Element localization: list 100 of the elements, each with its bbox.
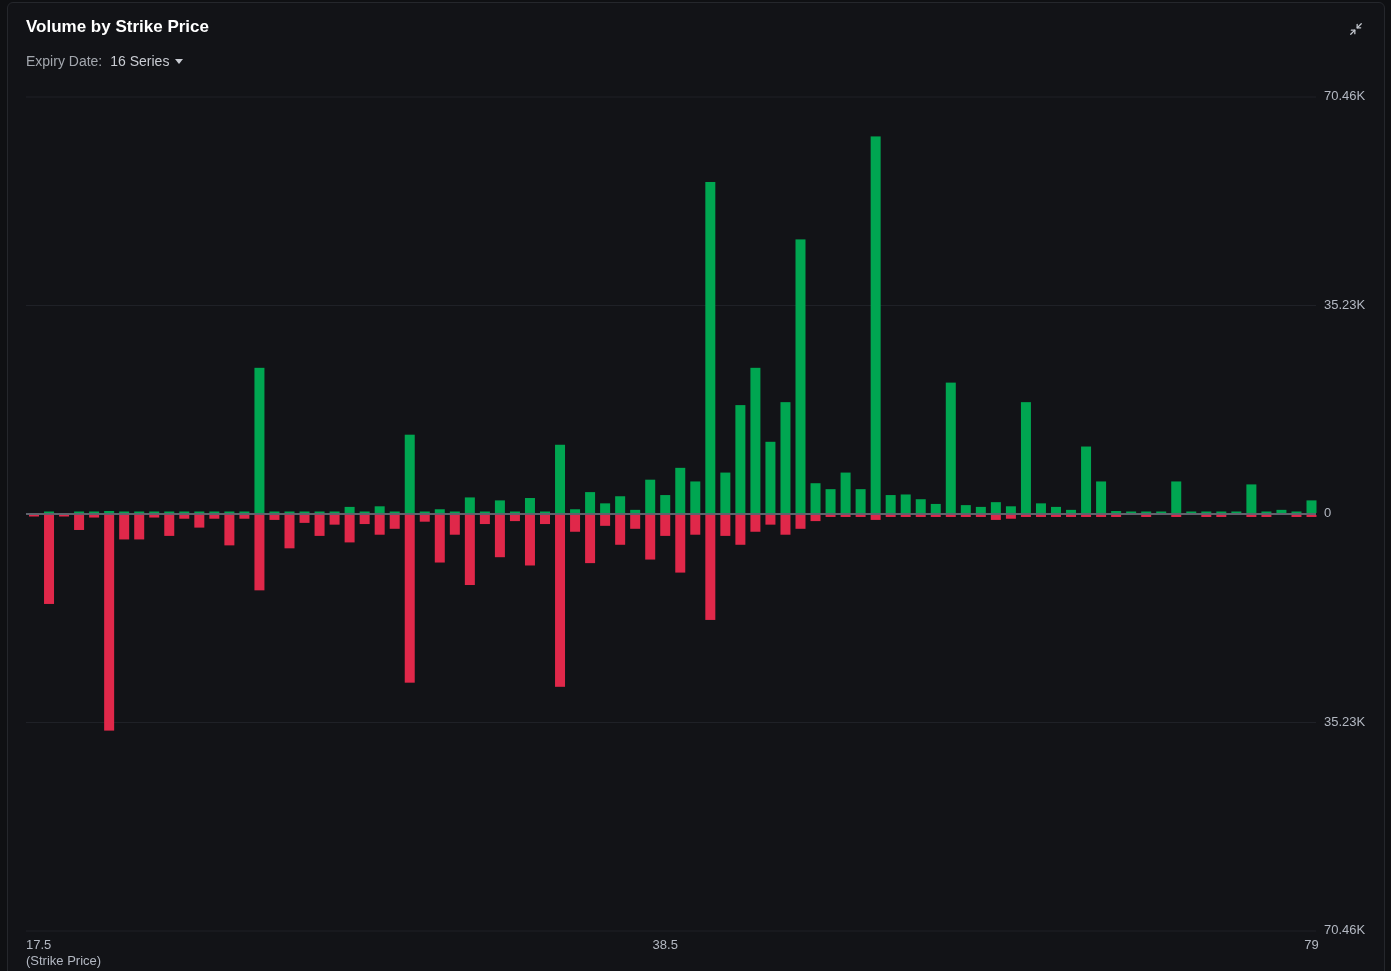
volume-bar — [209, 515, 220, 519]
volume-bar — [765, 441, 776, 513]
volume-bar — [344, 515, 355, 543]
volume-bar — [855, 489, 866, 513]
minimize-button[interactable] — [1348, 21, 1364, 37]
volume-bar — [660, 495, 671, 513]
volume-bar — [570, 509, 581, 513]
volume-bar — [494, 515, 505, 558]
axis-title: (Strike Price) — [26, 953, 102, 969]
volume-bar — [134, 515, 145, 540]
volume-bar — [975, 506, 986, 513]
minimize-icon — [1349, 22, 1363, 36]
volume-bar — [600, 503, 611, 513]
volume-bar — [194, 515, 205, 528]
volume-bar — [479, 515, 490, 525]
volume-bar — [720, 472, 731, 513]
volume-bar — [374, 506, 385, 513]
x-axis-label: 79 — [1304, 937, 1319, 953]
volume-bar — [960, 505, 971, 513]
volume-bar — [870, 515, 881, 520]
volume-bar — [630, 509, 641, 513]
volume-bar — [344, 506, 355, 513]
volume-bar — [464, 497, 475, 513]
volume-bar — [314, 515, 325, 536]
volume-bar — [645, 515, 656, 560]
volume-bar — [74, 515, 85, 530]
volume-bar — [540, 515, 550, 525]
volume-bar — [1051, 506, 1061, 513]
volume-bar — [524, 498, 535, 513]
volume-bar — [795, 515, 806, 529]
volume-bar — [434, 509, 445, 513]
volume-bar — [434, 515, 445, 563]
volume-bar — [570, 515, 581, 532]
panel-title: Volume by Strike Price — [26, 16, 209, 38]
volume-bar — [149, 515, 160, 518]
volume-bar — [119, 515, 130, 540]
volume-bar — [780, 515, 791, 535]
y-axis-label: 70.46K — [1324, 922, 1366, 938]
y-axis-label: 35.23K — [1324, 713, 1366, 729]
volume-bar — [1035, 503, 1046, 513]
volume-bar — [239, 515, 250, 519]
volume-bar — [89, 515, 100, 518]
volume-bar — [1171, 481, 1182, 513]
volume-bar — [615, 515, 626, 545]
volume-bar — [269, 515, 280, 520]
volume-bar — [810, 483, 821, 513]
volume-bar — [1246, 484, 1257, 513]
volume-bar — [720, 515, 731, 536]
volume-bar — [645, 479, 656, 513]
volume-bar — [585, 492, 596, 513]
volume-bar — [299, 515, 310, 523]
volume-bar — [810, 515, 821, 522]
volume-bar — [615, 496, 626, 513]
volume-bar — [1276, 509, 1287, 513]
volume-bar — [675, 467, 686, 513]
volume-bar — [585, 515, 596, 564]
volume-bar — [1096, 481, 1107, 513]
volume-bar — [1081, 446, 1092, 513]
volume-bar — [690, 515, 701, 535]
volume-bar — [1066, 509, 1077, 513]
volume-bar — [600, 515, 611, 526]
volume-bar — [224, 515, 235, 546]
volume-bar — [524, 515, 535, 566]
volume-bar — [990, 502, 1001, 513]
volume-bar — [1306, 500, 1317, 513]
volume-bar — [675, 515, 686, 573]
volume-bar — [374, 515, 385, 535]
volume-bar — [389, 515, 400, 529]
volume-bar — [284, 515, 295, 549]
x-axis-label: 17.5 — [26, 937, 52, 953]
volume-bar — [885, 495, 896, 513]
x-axis-label: 38.5 — [652, 937, 678, 953]
volume-bar — [930, 503, 941, 513]
volume-bar — [164, 515, 175, 536]
y-axis-label: 70.46K — [1324, 88, 1366, 104]
volume-bar — [660, 515, 671, 536]
volume-bar — [750, 515, 761, 532]
y-axis-label: 35.23K — [1324, 296, 1366, 312]
volume-bar — [630, 515, 641, 529]
volume-bar — [555, 444, 566, 513]
caret-down-icon — [175, 58, 184, 64]
volume-bar — [329, 515, 340, 525]
volume-bar — [1005, 515, 1016, 519]
volume-bar — [690, 481, 701, 513]
volume-bar — [825, 489, 836, 513]
volume-bar — [1005, 506, 1016, 513]
expiry-dropdown[interactable]: 16 Series — [110, 51, 184, 71]
volume-bar — [840, 472, 851, 513]
volume-bar — [464, 515, 475, 585]
volume-bar — [359, 515, 370, 525]
volume-bar — [735, 515, 746, 545]
volume-bar — [419, 515, 430, 522]
volume-bar — [449, 515, 460, 535]
expiry-label: Expiry Date: — [26, 52, 103, 71]
volume-bar — [900, 494, 911, 513]
y-axis-label: 0 — [1324, 505, 1332, 521]
volume-bar — [765, 515, 776, 525]
volume-bar — [179, 515, 190, 519]
volume-bar — [990, 515, 1001, 520]
volume-bar — [915, 499, 926, 513]
